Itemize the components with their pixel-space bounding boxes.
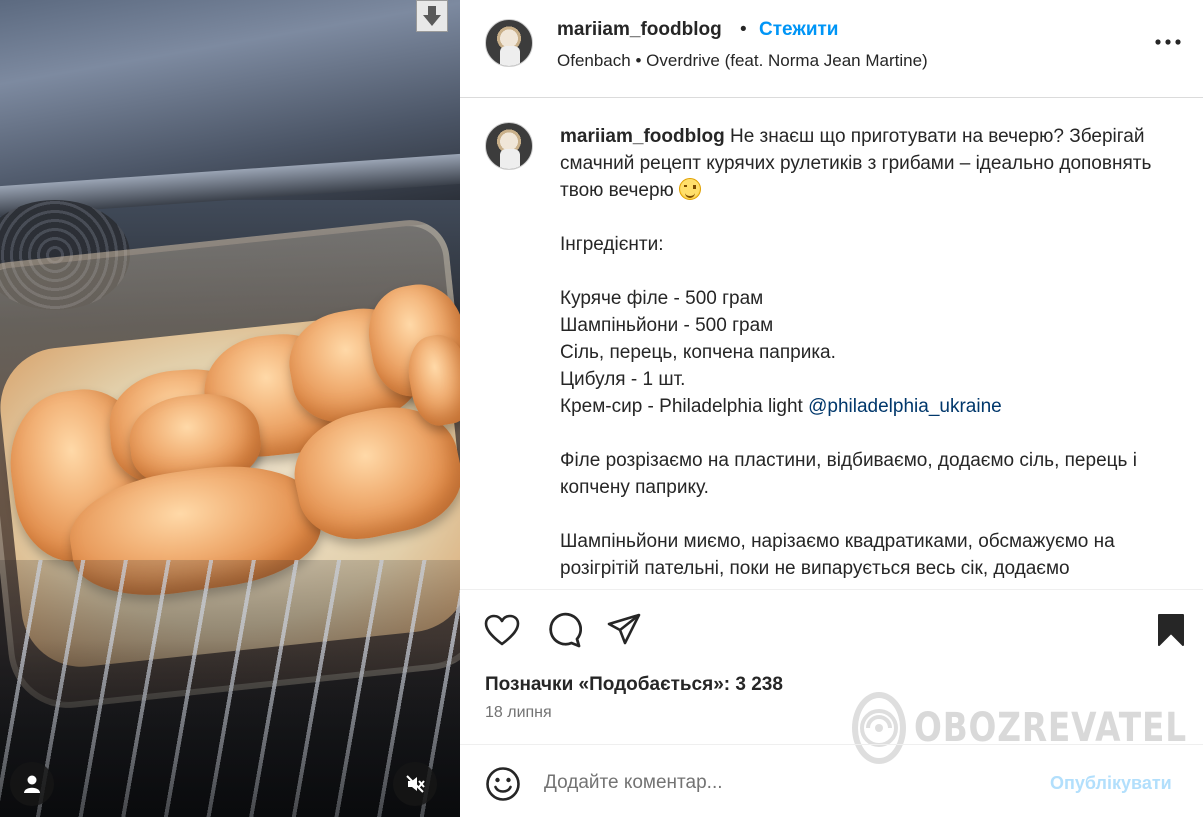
caption-username[interactable]: mariiam_foodblog <box>560 126 725 147</box>
recipe-step: Філе розрізаємо на пластини, відбиваємо,… <box>560 450 1137 498</box>
cream-cheese-text: Крем-сир - Philadelphia light <box>560 396 803 417</box>
more-options-icon[interactable] <box>1150 30 1186 54</box>
caption-intro: mariiam_foodblog Не знаєш що приготувати… <box>560 123 1180 204</box>
avatar[interactable] <box>485 19 533 67</box>
share-icon[interactable] <box>604 610 644 650</box>
caption-avatar[interactable] <box>485 122 533 170</box>
username-link[interactable]: mariiam_foodblog <box>557 19 722 41</box>
publish-button[interactable]: Опублікувати <box>1050 773 1172 794</box>
comment-bar: Опублікувати <box>460 744 1203 817</box>
caption-spacer <box>560 420 1180 447</box>
post-media[interactable] <box>0 0 460 817</box>
user-tag-icon[interactable] <box>10 762 54 806</box>
caption-spacer <box>560 501 1180 528</box>
caption-text: mariiam_foodblog Не знаєш що приготувати… <box>560 123 1180 582</box>
follow-button[interactable]: Стежити <box>759 19 838 41</box>
comment-icon[interactable] <box>544 610 584 650</box>
post-side-panel: mariiam_foodblog • Стежити Ofenbach • Ov… <box>460 0 1203 817</box>
download-icon[interactable] <box>416 0 448 32</box>
ingredient-item: Цибуля - 1 шт. <box>560 369 686 390</box>
bookmark-icon[interactable] <box>1151 610 1191 650</box>
caption-spacer <box>560 204 1180 231</box>
music-artist[interactable]: Ofenbach <box>557 51 631 70</box>
separator-dot: • <box>740 19 747 40</box>
emoji-icon[interactable] <box>484 765 522 803</box>
post-header: mariiam_foodblog • Стежити Ofenbach • Ov… <box>460 0 1203 98</box>
heart-icon[interactable] <box>482 610 522 650</box>
comment-input[interactable] <box>544 767 1014 799</box>
music-separator: • <box>635 51 642 70</box>
ingredient-item: Крем-сир - Philadelphia light @philadelp… <box>560 393 1180 420</box>
likes-count[interactable]: Позначки «Подобається»: 3 238 <box>485 674 783 696</box>
smiling-face-emoji-icon <box>679 178 702 200</box>
caption-scroll-area[interactable]: mariiam_foodblog Не знаєш що приготувати… <box>460 99 1203 590</box>
recipe-step: Шампіньйони миємо, нарізаємо квадратикам… <box>560 531 1115 579</box>
ingredient-item: Шампіньйони - 500 грам <box>560 315 774 336</box>
ingredients-header: Інгредієнти: <box>560 234 664 255</box>
media-shadow <box>0 640 460 817</box>
mention-link[interactable]: @philadelphia_ukraine <box>808 396 1002 417</box>
mute-icon[interactable] <box>393 762 437 806</box>
post-date[interactable]: 18 липня <box>485 704 552 722</box>
ingredient-item: Сіль, перець, копчена паприка. <box>560 342 836 363</box>
music-info[interactable]: Ofenbach • Overdrive (feat. Norma Jean M… <box>557 51 928 71</box>
caption-spacer <box>560 258 1180 285</box>
post-actions <box>460 600 1203 656</box>
ingredient-item: Куряче філе - 500 грам <box>560 288 764 309</box>
music-track[interactable]: Overdrive (feat. Norma Jean Martine) <box>646 51 928 70</box>
